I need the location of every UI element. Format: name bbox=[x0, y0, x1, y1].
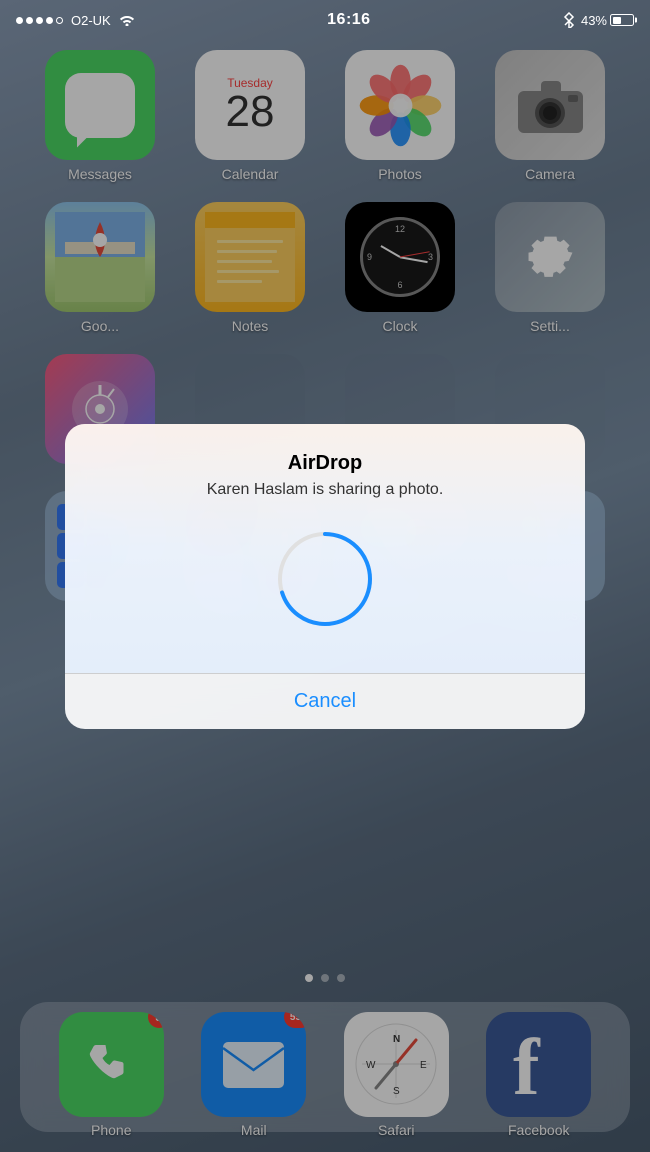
status-right: 43% bbox=[563, 12, 634, 28]
signal-dot-2 bbox=[26, 17, 33, 24]
status-time: 16:16 bbox=[327, 11, 370, 29]
cancel-button[interactable]: Cancel bbox=[65, 674, 585, 729]
airdrop-dialog-overlay: AirDrop Karen Haslam is sharing a photo.… bbox=[0, 0, 650, 1152]
airdrop-dialog: AirDrop Karen Haslam is sharing a photo.… bbox=[65, 424, 585, 729]
signal-dot-1 bbox=[16, 17, 23, 24]
signal-dot-5 bbox=[56, 17, 63, 24]
bluetooth-icon bbox=[563, 12, 575, 28]
signal-dots bbox=[16, 17, 63, 24]
progress-container bbox=[97, 529, 553, 629]
airdrop-subtitle: Karen Haslam is sharing a photo. bbox=[97, 481, 553, 499]
carrier-name: O2-UK bbox=[71, 13, 111, 28]
status-bar: O2-UK 16:16 43% bbox=[0, 0, 650, 40]
battery-container: 43% bbox=[581, 13, 634, 28]
progress-ring bbox=[275, 529, 375, 629]
signal-dot-4 bbox=[46, 17, 53, 24]
battery-fill bbox=[613, 17, 621, 24]
signal-dot-3 bbox=[36, 17, 43, 24]
battery-icon bbox=[610, 14, 634, 26]
dialog-body: AirDrop Karen Haslam is sharing a photo. bbox=[65, 424, 585, 673]
battery-percent: 43% bbox=[581, 13, 607, 28]
airdrop-title: AirDrop bbox=[97, 452, 553, 475]
status-left: O2-UK bbox=[16, 13, 135, 28]
wifi-icon bbox=[119, 14, 135, 26]
